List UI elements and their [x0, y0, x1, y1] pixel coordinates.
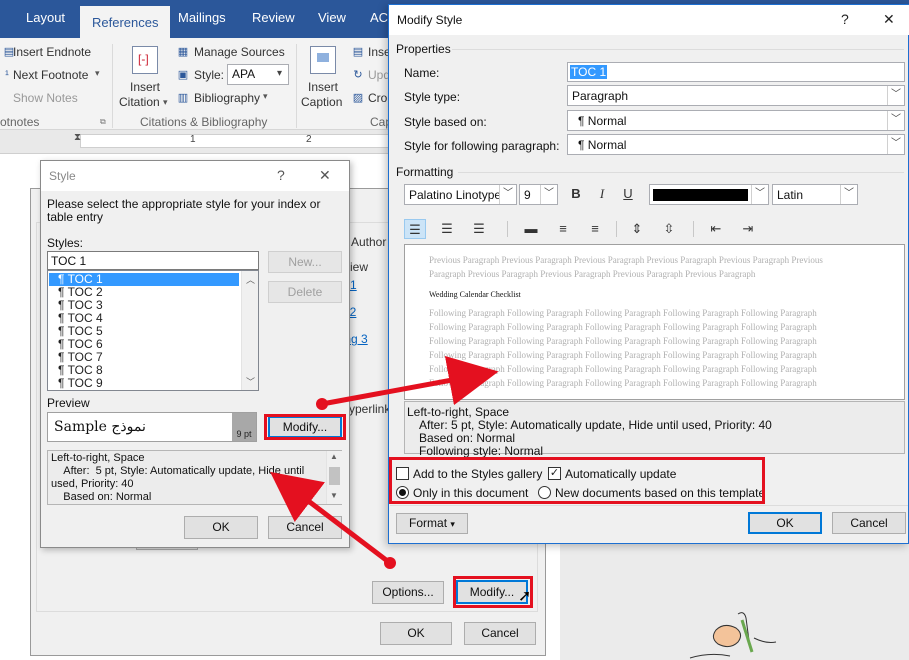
cartoon-illustration: [689, 612, 777, 659]
arrow-start-dot: [316, 398, 328, 410]
tutorial-arrows: [270, 355, 499, 569]
arrow-start-dot: [384, 557, 396, 569]
arrow-to-description: [270, 471, 392, 565]
arrow-to-preview: [321, 355, 499, 407]
